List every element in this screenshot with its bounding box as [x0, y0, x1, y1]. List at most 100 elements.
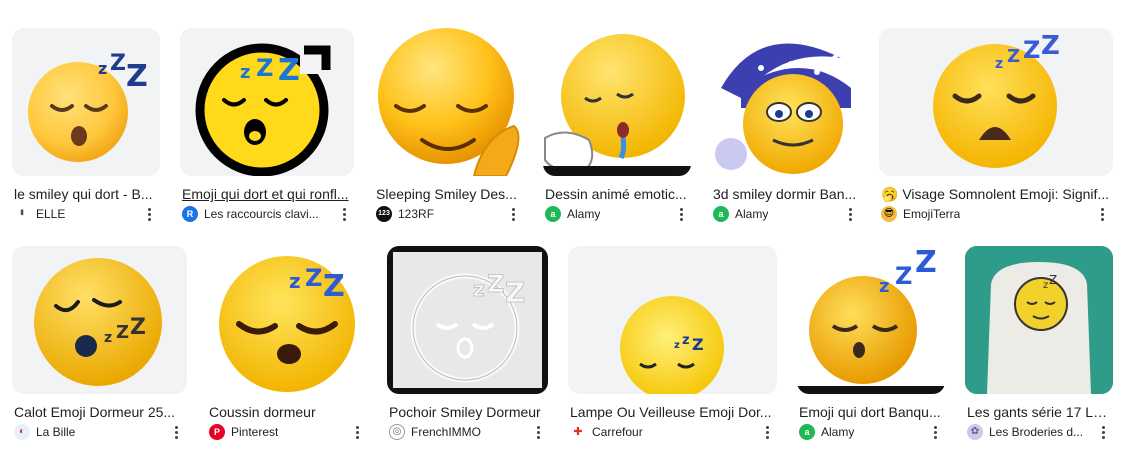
result-source[interactable]: ✿ Les Broderies d... [967, 424, 1089, 440]
three-dots-icon [679, 207, 683, 221]
result-source[interactable]: 😎 EmojiTerra [881, 206, 1061, 222]
result-thumbnail[interactable]: z Z Z [12, 28, 160, 176]
svg-text:z: z [995, 56, 1003, 72]
three-dots-icon [1101, 425, 1105, 439]
result-source[interactable]: ⦀ ELLE [14, 206, 134, 222]
result-source[interactable]: ◐ La Bille [14, 424, 154, 440]
result-thumbnail[interactable] [711, 28, 859, 176]
source-name: La Bille [36, 425, 76, 439]
result-title[interactable]: Coussin dormeur [209, 403, 364, 421]
svg-text:Z: Z [1023, 36, 1040, 64]
three-dots-icon [933, 425, 937, 439]
result-source[interactable]: R Les raccourcis clavi... [182, 206, 327, 222]
svg-text:z: z [98, 59, 107, 78]
more-options-button[interactable] [503, 204, 523, 224]
three-dots-icon [174, 425, 178, 439]
sleeping-emoji-image [378, 28, 520, 176]
svg-text:z: z [879, 276, 889, 297]
more-options-button[interactable] [334, 204, 354, 224]
123rf-icon: 123 [376, 206, 392, 222]
svg-text:z: z [289, 269, 301, 293]
result-title[interactable]: 🥱 Visage Somnolent Emoji: Signif... [881, 185, 1111, 203]
svg-text:Z: Z [323, 269, 345, 304]
result-title[interactable]: Pochoir Smiley Dormeur [389, 403, 545, 421]
svg-text:Z: Z [110, 51, 126, 76]
result-thumbnail[interactable]: z Z [965, 246, 1113, 394]
labille-icon: ◐ [14, 424, 30, 440]
result-title[interactable]: Calot Emoji Dormeur 25... [14, 403, 184, 421]
svg-text:z: z [104, 330, 112, 346]
svg-text:Z: Z [278, 53, 300, 88]
result-source[interactable]: ◎ FrenchIMMO [389, 424, 519, 440]
result-title[interactable]: le smiley qui dort - B... [14, 185, 159, 203]
result-title[interactable]: 3d smiley dormir Ban... [713, 185, 858, 203]
result-thumbnail[interactable] [543, 28, 691, 176]
svg-text:z: z [682, 333, 690, 348]
result-thumbnail[interactable]: z Z Z [387, 246, 548, 394]
source-name: Carrefour [592, 425, 643, 439]
svg-text:Z: Z [1007, 46, 1020, 67]
sleeping-emoji-image: z Z Z [797, 246, 945, 394]
svg-text:Z: Z [1049, 273, 1057, 287]
more-options-button[interactable] [347, 422, 367, 442]
three-dots-icon [765, 425, 769, 439]
more-options-button[interactable] [528, 422, 548, 442]
svg-text:Z: Z [505, 276, 525, 309]
result-source[interactable]: a Alamy [713, 206, 833, 222]
source-name: ELLE [36, 207, 66, 221]
result-title[interactable]: Les gants série 17 Le... [967, 403, 1112, 421]
three-dots-icon [848, 207, 852, 221]
svg-text:Z: Z [487, 270, 504, 298]
more-options-button[interactable] [757, 422, 777, 442]
result-title[interactable]: Sleeping Smiley Des... [376, 185, 521, 203]
more-options-button[interactable] [840, 204, 860, 224]
more-options-button[interactable] [139, 204, 159, 224]
three-dots-icon [511, 207, 515, 221]
result-thumbnail[interactable]: z Z Z [797, 246, 945, 394]
result-source[interactable]: a Alamy [545, 206, 665, 222]
result-title[interactable]: Emoji qui dort et qui ronfl... [182, 185, 352, 203]
sleeping-emoji-image: z Z Z [28, 51, 148, 162]
svg-text:Z: Z [305, 264, 322, 292]
result-title[interactable]: Lampe Ou Veilleuse Emoji Dor... [570, 403, 775, 421]
embroidered-glove-image: z Z [965, 246, 1113, 394]
svg-text:z: z [240, 62, 250, 83]
more-options-button[interactable] [925, 422, 945, 442]
three-dots-icon [536, 425, 540, 439]
more-options-button[interactable] [166, 422, 186, 442]
result-source[interactable]: P Pinterest [209, 424, 339, 440]
result-thumbnail[interactable] [374, 28, 523, 176]
source-name: Alamy [821, 425, 855, 439]
result-thumbnail[interactable]: z z Z [568, 246, 777, 394]
more-options-button[interactable] [1092, 204, 1112, 224]
source-name: Les raccourcis clavi... [204, 207, 319, 221]
sleeping-emoji-image: z Z Z Z [933, 31, 1060, 168]
svg-text:Z: Z [1041, 31, 1060, 61]
result-source[interactable]: 123 123RF [376, 206, 496, 222]
more-options-button[interactable] [671, 204, 691, 224]
sleeping-emoji-image: z Z Z [219, 256, 355, 392]
svg-text:Z: Z [130, 315, 146, 340]
svg-text:Z: Z [116, 322, 129, 343]
sleeping-emoji-image: z Z Z [34, 258, 162, 386]
result-title[interactable]: Emoji qui dort Banqu... [799, 403, 944, 421]
more-options-button[interactable] [1093, 422, 1113, 442]
result-thumbnail[interactable]: z Z Z [207, 246, 367, 394]
source-name: Alamy [567, 207, 601, 221]
result-title[interactable]: Dessin animé emotic... [545, 185, 690, 203]
result-thumbnail[interactable]: z Z Z Z [879, 28, 1113, 176]
result-source[interactable]: a Alamy [799, 424, 919, 440]
svg-text:Z: Z [256, 54, 273, 82]
result-source[interactable]: ✚ Carrefour [570, 424, 730, 440]
svg-text:Z: Z [895, 262, 912, 290]
svg-text:Z: Z [692, 335, 704, 354]
pinterest-icon: P [209, 424, 225, 440]
svg-text:Z: Z [126, 59, 148, 94]
source-name: Alamy [735, 207, 769, 221]
carrefour-icon: ✚ [570, 424, 586, 440]
result-thumbnail[interactable]: z Z Z [12, 246, 187, 394]
sleeping-emoji-image: z z Z [620, 296, 724, 394]
sleeping-emoji-image [543, 34, 691, 176]
three-dots-icon [147, 207, 151, 221]
result-thumbnail[interactable]: z Z Z [180, 28, 354, 176]
